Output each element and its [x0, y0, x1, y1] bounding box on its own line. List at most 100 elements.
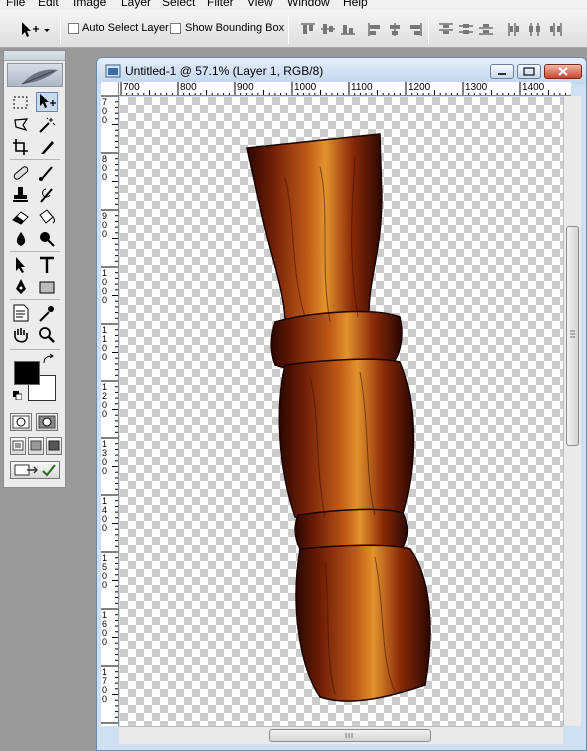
distribute-vcenter-icon[interactable] — [458, 22, 474, 36]
eraser-tool[interactable] — [10, 207, 32, 227]
lasso-tool[interactable] — [10, 115, 32, 135]
pen-tool[interactable] — [10, 277, 32, 297]
ruler-origin[interactable] — [101, 82, 119, 96]
history-brush-tool[interactable] — [36, 185, 58, 205]
separator — [10, 251, 60, 252]
vruler-label-1100: 1100 — [102, 325, 108, 362]
distribute-hcenter-icon[interactable] — [527, 22, 543, 36]
hand-tool[interactable] — [10, 325, 32, 345]
bucket-tool[interactable] — [36, 207, 58, 227]
menu-file[interactable]: File — [6, 0, 25, 9]
path-select-tool[interactable] — [10, 255, 32, 275]
crop-tool[interactable] — [10, 137, 32, 157]
ruler-label-1100: 1100 — [351, 82, 373, 93]
minimize-button[interactable] — [490, 64, 514, 79]
auto-select-checkbox[interactable] — [68, 23, 79, 34]
align-left-icon[interactable] — [367, 22, 383, 36]
align-right-icon[interactable] — [407, 22, 423, 36]
image-canvas[interactable] — [120, 97, 563, 727]
grip-icon — [570, 330, 575, 338]
healing-tool[interactable] — [10, 163, 32, 183]
distribute-right-icon[interactable] — [547, 22, 563, 36]
feather-logo[interactable] — [7, 63, 63, 87]
ruler-label-1300: 1300 — [465, 82, 488, 93]
distribute-bottom-icon[interactable] — [478, 22, 494, 36]
separator — [428, 16, 429, 44]
document-titlebar[interactable]: Untitled-1 @ 57.1% (Layer 1, RGB/8) — [97, 58, 586, 84]
swap-colors-icon[interactable] — [42, 353, 56, 365]
tools-palette-header[interactable] — [4, 51, 65, 61]
magic-wand-tool[interactable] — [36, 115, 58, 135]
horizontal-scroll-thumb[interactable] — [269, 729, 431, 742]
blur-tool[interactable] — [10, 229, 32, 249]
standard-mode-icon — [12, 415, 30, 429]
full-screen-menu-icon — [30, 440, 42, 451]
menu-select[interactable]: Select — [162, 0, 195, 9]
ruler-label-1200: 1200 — [408, 82, 431, 93]
align-hcenter-icon[interactable] — [387, 22, 403, 36]
brush-tool[interactable] — [36, 163, 58, 183]
move-tool-icon — [40, 94, 56, 108]
standard-mode-button[interactable] — [10, 413, 32, 431]
history-brush-icon — [40, 188, 53, 203]
close-button[interactable] — [544, 64, 582, 79]
default-colors-icon[interactable] — [13, 391, 22, 400]
show-bounding-box-checkbox[interactable] — [170, 23, 181, 34]
brush-icon — [39, 166, 53, 181]
vruler-label-1200: 1200 — [102, 382, 108, 419]
standard-screen-button[interactable] — [10, 437, 26, 455]
horizontal-scrollbar[interactable] — [119, 726, 563, 744]
document-window: Untitled-1 @ 57.1% (Layer 1, RGB/8) 700 … — [96, 57, 587, 751]
menu-image[interactable]: Image — [73, 0, 106, 9]
foreground-color-swatch[interactable] — [14, 361, 40, 385]
marquee-tool[interactable] — [10, 93, 32, 113]
close-icon — [558, 67, 568, 76]
menu-view[interactable]: View — [247, 0, 273, 9]
distribute-top-icon[interactable] — [438, 22, 454, 36]
separator — [10, 349, 60, 350]
slice-icon — [41, 141, 54, 154]
vertical-ruler[interactable]: 700 800 900 1000 1100 1200 1300 1400 150… — [101, 96, 119, 726]
menu-filter[interactable]: Filter — [207, 0, 234, 9]
standard-screen-icon — [12, 440, 24, 451]
eraser-icon — [12, 211, 29, 225]
separator — [288, 16, 289, 44]
eyedropper-tool[interactable] — [36, 303, 58, 323]
zoom-tool[interactable] — [36, 325, 58, 345]
notes-icon — [13, 304, 29, 322]
menu-edit[interactable]: Edit — [38, 0, 59, 9]
horizontal-ruler[interactable]: 700 800 900 1000 1100 1200 1300 1400 — [119, 82, 571, 96]
separator — [60, 16, 61, 44]
menu-layer[interactable]: Layer — [121, 0, 151, 9]
quick-mask-button[interactable] — [36, 413, 58, 431]
stamp-tool[interactable] — [10, 185, 32, 205]
jump-to-imageready-button[interactable] — [10, 461, 60, 479]
align-top-icon[interactable] — [300, 22, 316, 36]
hand-icon — [14, 328, 28, 343]
show-bounding-box-label: Show Bounding Box — [185, 22, 285, 34]
full-screen-menu-button[interactable] — [28, 437, 44, 455]
slice-tool[interactable] — [36, 137, 58, 157]
align-bottom-icon[interactable] — [340, 22, 356, 36]
tools-palette — [3, 50, 66, 488]
maximize-button[interactable] — [517, 64, 541, 79]
ruler-label-700: 700 — [123, 82, 140, 93]
marquee-icon — [13, 96, 28, 109]
menu-help[interactable]: Help — [343, 0, 368, 9]
menu-window[interactable]: Window — [287, 0, 330, 9]
bucket-icon — [39, 209, 55, 224]
tool-preset-picker[interactable] — [18, 20, 52, 40]
align-vcenter-icon[interactable] — [320, 22, 336, 36]
dodge-tool[interactable] — [36, 229, 58, 249]
document-icon — [105, 64, 121, 78]
vruler-label-1500: 1500 — [102, 553, 108, 590]
full-screen-button[interactable] — [46, 437, 62, 455]
shape-tool[interactable] — [36, 277, 58, 297]
distribute-left-icon[interactable] — [507, 22, 523, 36]
vertical-scrollbar[interactable] — [563, 96, 581, 726]
move-tool[interactable] — [36, 92, 58, 112]
vertical-scroll-thumb[interactable] — [566, 226, 579, 446]
path-select-icon — [16, 257, 25, 273]
notes-tool[interactable] — [10, 303, 32, 323]
type-tool[interactable] — [36, 255, 58, 275]
